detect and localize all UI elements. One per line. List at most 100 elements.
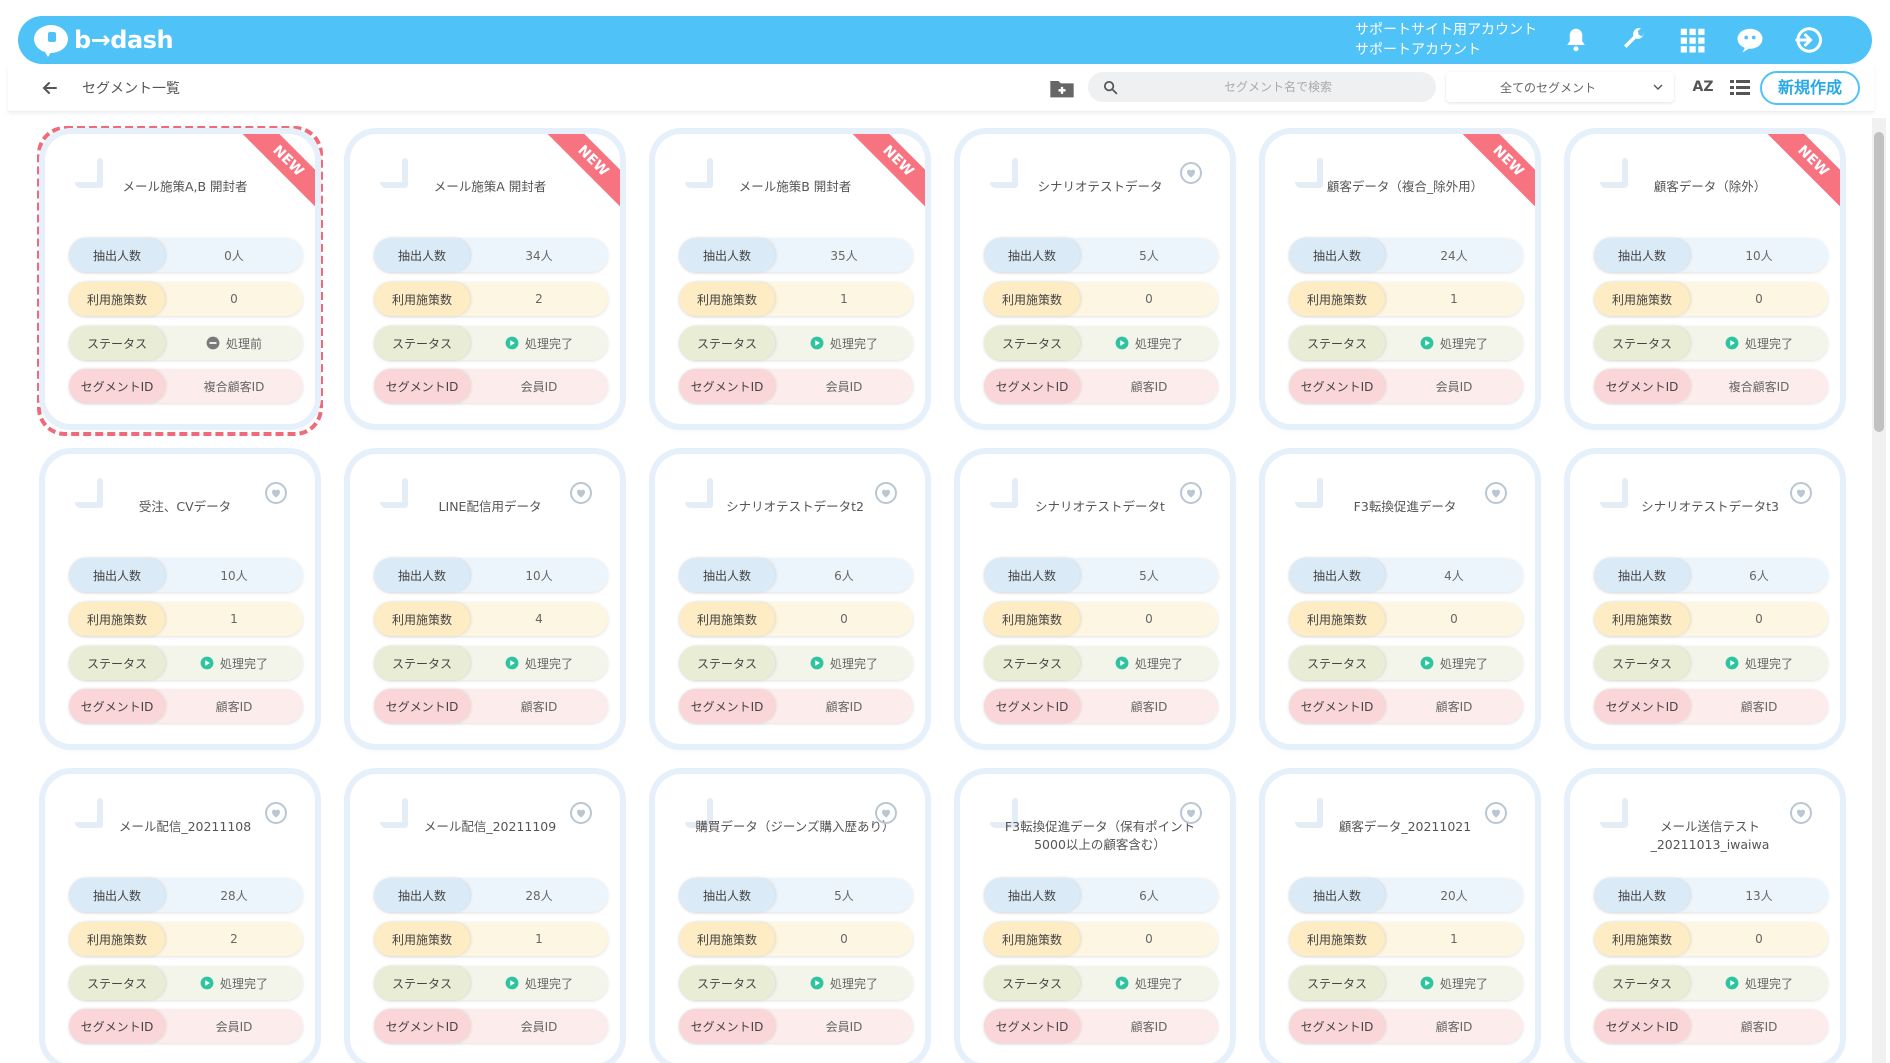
segment-card[interactable]: 顧客データ（複合_除外用） NEW 抽出人数 24人 利用施策数 1 ステータス 処理完了 セグ… xyxy=(1265,134,1535,424)
measures-count-label: 利用施策数 xyxy=(984,602,1080,636)
segment-filter-dropdown[interactable]: 全てのセグメント xyxy=(1446,72,1674,102)
favorite-icon[interactable] xyxy=(875,802,897,824)
segment-id-value: 顧客ID xyxy=(1435,699,1473,714)
favorite-icon[interactable] xyxy=(875,482,897,504)
segment-card[interactable]: シナリオテストデータt 抽出人数 5人 利用施策数 0 ステータス 処理完了 セグメントID 顧… xyxy=(960,454,1230,744)
favorite-icon[interactable] xyxy=(1180,802,1202,824)
segment-card[interactable]: F3転換促進データ（保有ポイント5000以上の顧客含む） 抽出人数 6人 利用施策数 0… xyxy=(960,774,1230,1063)
status-done-icon xyxy=(1115,976,1129,990)
segment-card[interactable]: シナリオテストデータ 抽出人数 5人 利用施策数 0 ステータス 処理完了 セグメントID 顧客… xyxy=(960,134,1230,424)
segment-id-label: セグメントID xyxy=(984,1009,1080,1043)
extracted-count-value: 28人 xyxy=(525,888,553,903)
status-value-wrap: 処理完了 xyxy=(165,655,303,672)
scrollbar-thumb[interactable] xyxy=(1874,132,1884,432)
segment-card[interactable]: メール送信テスト_20211013_iwaiwa 抽出人数 13人 利用施策数 0 ステー… xyxy=(1570,774,1840,1063)
status-value-wrap: 処理完了 xyxy=(1385,975,1523,992)
segment-card[interactable]: メール配信_20211108 抽出人数 28人 利用施策数 2 ステータス 処理完了 セグメン… xyxy=(45,774,315,1063)
search-input[interactable] xyxy=(1128,72,1428,102)
measures-count-value: 2 xyxy=(535,292,543,306)
extracted-count-row: 抽出人数 6人 xyxy=(679,558,913,592)
favorite-icon[interactable] xyxy=(1485,802,1507,824)
segment-id-label: セグメントID xyxy=(679,1009,775,1043)
segment-id-row: セグメントID 顧客ID xyxy=(1289,689,1523,723)
extracted-count-value: 28人 xyxy=(220,888,248,903)
status-row: ステータス 処理前 xyxy=(69,326,303,360)
status-label: ステータス xyxy=(984,326,1080,360)
extracted-count-label: 抽出人数 xyxy=(69,238,165,272)
status-pending-icon xyxy=(206,336,220,350)
measures-count-label: 利用施策数 xyxy=(69,602,165,636)
page-scrollbar[interactable] xyxy=(1872,118,1886,1063)
favorite-icon[interactable] xyxy=(265,482,287,504)
segment-card[interactable]: F3転換促進データ 抽出人数 4人 利用施策数 0 ステータス 処理完了 セグメントID 顧客I… xyxy=(1265,454,1535,744)
bdash-logo[interactable]: b→dash xyxy=(34,25,174,57)
measures-count-label: 利用施策数 xyxy=(1594,922,1690,956)
extracted-count-value: 35人 xyxy=(830,248,858,263)
status-label: ステータス xyxy=(69,966,165,1000)
bell-icon[interactable] xyxy=(1556,20,1596,60)
favorite-icon[interactable] xyxy=(1790,482,1812,504)
measures-count-row: 利用施策数 1 xyxy=(1289,922,1523,956)
segment-search[interactable] xyxy=(1088,72,1436,102)
account-info[interactable]: サポートサイト用アカウント サポートアカウント xyxy=(1355,20,1537,60)
segment-card[interactable]: メール施策A 開封者 NEW 抽出人数 34人 利用施策数 2 ステータス 処理完了 セグメント… xyxy=(350,134,620,424)
segment-id-label: セグメントID xyxy=(69,1009,165,1043)
favorite-icon[interactable] xyxy=(265,802,287,824)
segment-card[interactable]: 顧客データ_20211021 抽出人数 20人 利用施策数 1 ステータス 処理完了 セグメン… xyxy=(1265,774,1535,1063)
segment-card[interactable]: メール施策A,B 開封者 NEW 抽出人数 0人 利用施策数 0 ステータス 処理前 セグメント… xyxy=(45,134,315,424)
extracted-count-label: 抽出人数 xyxy=(984,238,1080,272)
extracted-count-label: 抽出人数 xyxy=(69,878,165,912)
favorite-icon[interactable] xyxy=(570,802,592,824)
segment-id-label: セグメントID xyxy=(1289,1009,1385,1043)
segment-id-row: セグメントID 会員ID xyxy=(374,369,608,403)
measures-count-row: 利用施策数 0 xyxy=(984,922,1218,956)
segment-card[interactable]: メール配信_20211109 抽出人数 28人 利用施策数 1 ステータス 処理完了 セグメン… xyxy=(350,774,620,1063)
status-done-icon xyxy=(810,976,824,990)
extracted-count-row: 抽出人数 6人 xyxy=(1594,558,1828,592)
extracted-count-label: 抽出人数 xyxy=(1289,558,1385,592)
measures-count-label: 利用施策数 xyxy=(1594,282,1690,316)
favorite-icon[interactable] xyxy=(1485,482,1507,504)
segment-id-row: セグメントID 顧客ID xyxy=(984,1009,1218,1043)
sort-az-button[interactable]: AZ xyxy=(1690,76,1716,98)
measures-count-row: 利用施策数 0 xyxy=(984,282,1218,316)
status-done-icon xyxy=(505,336,519,350)
segment-name: F3転換促進データ xyxy=(1353,499,1457,514)
extracted-count-value: 5人 xyxy=(1139,568,1159,583)
list-view-icon[interactable] xyxy=(1728,76,1752,100)
measures-count-label: 利用施策数 xyxy=(1594,602,1690,636)
extracted-count-value: 6人 xyxy=(834,568,854,583)
measures-count-row: 利用施策数 0 xyxy=(1594,602,1828,636)
favorite-icon[interactable] xyxy=(1180,162,1202,184)
chevron-down-icon xyxy=(1653,84,1663,90)
favorite-icon[interactable] xyxy=(1790,802,1812,824)
segment-card[interactable]: 購買データ（ジーンズ購入歴あり） 抽出人数 5人 利用施策数 0 ステータス 処理完了 セグメ… xyxy=(655,774,925,1063)
segment-card[interactable]: メール施策B 開封者 NEW 抽出人数 35人 利用施策数 1 ステータス 処理完了 セグメント… xyxy=(655,134,925,424)
apps-grid-icon[interactable] xyxy=(1672,20,1712,60)
segment-card[interactable]: 顧客データ（除外） NEW 抽出人数 10人 利用施策数 0 ステータス 処理完了 セグメントI… xyxy=(1570,134,1840,424)
segment-id-label: セグメントID xyxy=(69,689,165,723)
support-character-icon[interactable] xyxy=(1730,20,1770,60)
segment-card[interactable]: シナリオテストデータt2 抽出人数 6人 利用施策数 0 ステータス 処理完了 セグメントID… xyxy=(655,454,925,744)
status-row: ステータス 処理完了 xyxy=(984,326,1218,360)
segment-id-label: セグメントID xyxy=(1594,369,1690,403)
measures-count-value: 1 xyxy=(535,932,543,946)
segment-id-label: セグメントID xyxy=(1289,689,1385,723)
segment-id-row: セグメントID 顧客ID xyxy=(984,689,1218,723)
extracted-count-label: 抽出人数 xyxy=(1594,558,1690,592)
status-row: ステータス 処理完了 xyxy=(374,966,608,1000)
create-segment-button[interactable]: 新規作成 xyxy=(1760,71,1860,105)
logout-icon[interactable] xyxy=(1788,20,1828,60)
status-value: 処理完了 xyxy=(1439,976,1488,991)
segment-card[interactable]: 受注、CVデータ 抽出人数 10人 利用施策数 1 ステータス 処理完了 セグメントID 顧客I… xyxy=(45,454,315,744)
back-arrow-icon[interactable] xyxy=(38,76,62,100)
status-value-wrap: 処理完了 xyxy=(1690,335,1828,352)
extracted-count-row: 抽出人数 4人 xyxy=(1289,558,1523,592)
segment-card[interactable]: シナリオテストデータt3 抽出人数 6人 利用施策数 0 ステータス 処理完了 セグメントID… xyxy=(1570,454,1840,744)
add-folder-icon[interactable] xyxy=(1048,74,1076,102)
wrench-icon[interactable] xyxy=(1614,20,1654,60)
segment-card[interactable]: LINE配信用データ 抽出人数 10人 利用施策数 4 ステータス 処理完了 セグメントID 顧… xyxy=(350,454,620,744)
favorite-icon[interactable] xyxy=(570,482,592,504)
favorite-icon[interactable] xyxy=(1180,482,1202,504)
segment-id-row: セグメントID 顧客ID xyxy=(374,689,608,723)
